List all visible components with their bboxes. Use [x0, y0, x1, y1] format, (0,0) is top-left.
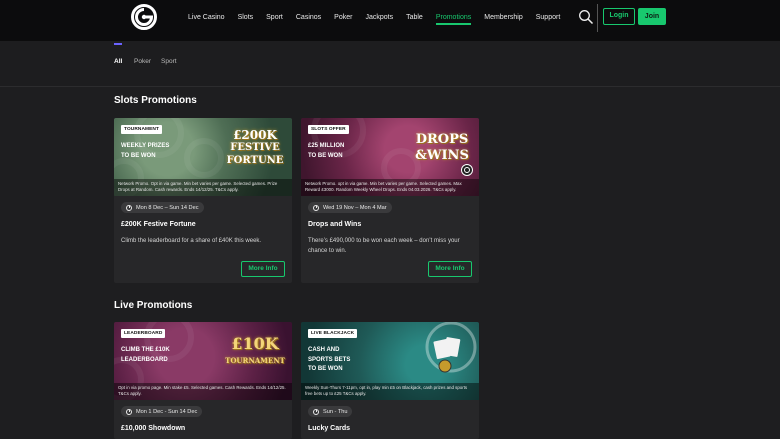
- promo-terms: Opt in via promo page. Min stake £5. Sel…: [114, 383, 292, 400]
- promo-badge: SLOTS OFFER: [308, 125, 349, 134]
- promo-description: Climb the leaderboard for a share of £40…: [121, 238, 262, 244]
- clock-icon: [126, 204, 132, 211]
- nav-item-slots[interactable]: Slots: [238, 0, 254, 36]
- section-title-live: Live Promotions: [114, 300, 193, 311]
- brand-ring-graphic: [425, 322, 477, 373]
- promo-banner: LIVE BLACKJACK CASH AND SPORTS BETS TO B…: [301, 322, 479, 400]
- promo-badge: TOURNAMENT: [121, 125, 163, 134]
- nav-item-sport[interactable]: Sport: [266, 0, 283, 36]
- section-title-slots: Slots Promotions: [114, 95, 197, 106]
- nav-item-membership[interactable]: Membership: [484, 0, 523, 36]
- promo-card-drops-and-wins: SLOTS OFFER £25 MILLION TO BE WON DROPS …: [301, 118, 479, 283]
- search-icon[interactable]: [578, 9, 594, 25]
- clock-icon: [313, 408, 319, 415]
- promo-filter-bar: All Poker Sport: [0, 41, 780, 87]
- promo-description: There’s £490,000 to be won each week – d…: [308, 238, 460, 254]
- drops-and-wins-art: DROPS &WINS: [411, 126, 473, 178]
- promo-badge: LEADERBOARD: [121, 329, 166, 338]
- brand-coin-icon: [461, 164, 473, 176]
- filter-tab-sport[interactable]: Sport: [161, 58, 177, 65]
- nav-item-casinos[interactable]: Casinos: [296, 0, 321, 36]
- festive-fortune-art: £200K FESTIVE FORTUNE: [226, 128, 284, 166]
- date-range-badge: Wed 19 Nov – Mon 4 Mar: [308, 202, 392, 213]
- promo-title: £10,000 Showdown: [121, 425, 186, 432]
- promo-banner: LEADERBOARD CLIMB THE £10K LEADERBOARD £…: [114, 322, 292, 400]
- more-info-button[interactable]: More Info: [241, 261, 285, 277]
- clock-icon: [313, 204, 319, 211]
- main-nav: Live Casino Slots Sport Casinos Poker Ja…: [188, 0, 573, 36]
- date-range-badge: Sun - Thu: [308, 406, 353, 417]
- header-divider: [597, 4, 598, 32]
- nav-item-table[interactable]: Table: [406, 0, 423, 36]
- date-range-badge: Mon 8 Dec – Sun 14 Dec: [121, 202, 204, 213]
- nav-item-jackpots[interactable]: Jackpots: [365, 0, 393, 36]
- nav-item-live-casino[interactable]: Live Casino: [188, 0, 225, 36]
- more-info-button[interactable]: More Info: [428, 261, 472, 277]
- promo-terms: Network Promo. Opt in via game. Min bet …: [114, 179, 292, 196]
- promo-banner: SLOTS OFFER £25 MILLION TO BE WON DROPS …: [301, 118, 479, 196]
- promo-card-lucky-cards: LIVE BLACKJACK CASH AND SPORTS BETS TO B…: [301, 322, 479, 439]
- login-button[interactable]: Login: [603, 8, 635, 25]
- promo-banner: TOURNAMENT WEEKLY PRIZES TO BE WON £200K…: [114, 118, 292, 196]
- promo-headline: CASH AND SPORTS BETS TO BE WON: [308, 347, 351, 372]
- promo-card-10k-showdown: LEADERBOARD CLIMB THE £10K LEADERBOARD £…: [114, 322, 292, 439]
- promo-title: Lucky Cards: [308, 425, 351, 432]
- promo-badge: LIVE BLACKJACK: [308, 329, 358, 338]
- filter-tab-all[interactable]: All: [114, 58, 122, 65]
- promo-headline: WEEKLY PRIZES TO BE WON: [121, 143, 170, 159]
- nav-item-support[interactable]: Support: [536, 0, 561, 36]
- nav-item-promotions[interactable]: Promotions: [435, 0, 472, 36]
- nav-item-poker[interactable]: Poker: [334, 0, 352, 36]
- tournament-art: £10K TOURNAMENT: [225, 334, 285, 365]
- promo-card-festive-fortune: TOURNAMENT WEEKLY PRIZES TO BE WON £200K…: [114, 118, 292, 283]
- date-range-badge: Mon 1 Dec - Sun 14 Dec: [121, 406, 203, 417]
- top-nav-bar: Live Casino Slots Sport Casinos Poker Ja…: [0, 0, 780, 41]
- promo-headline: CLIMB THE £10K LEADERBOARD: [121, 347, 170, 363]
- clock-icon: [126, 408, 132, 415]
- promo-headline: £25 MILLION TO BE WON: [308, 143, 345, 159]
- promo-terms: Weekly Sun-Thurs 7-11pm, opt in, play mi…: [301, 383, 479, 400]
- promo-title: £200K Festive Fortune: [121, 221, 196, 228]
- promo-terms: Network Promo. opt in via game. Min bet …: [301, 179, 479, 196]
- filter-tab-poker[interactable]: Poker: [134, 58, 151, 65]
- brand-logo-icon[interactable]: [130, 3, 158, 31]
- promo-title: Drops and Wins: [308, 221, 362, 228]
- active-tab-indicator: [114, 43, 122, 45]
- join-button[interactable]: Join: [638, 8, 666, 25]
